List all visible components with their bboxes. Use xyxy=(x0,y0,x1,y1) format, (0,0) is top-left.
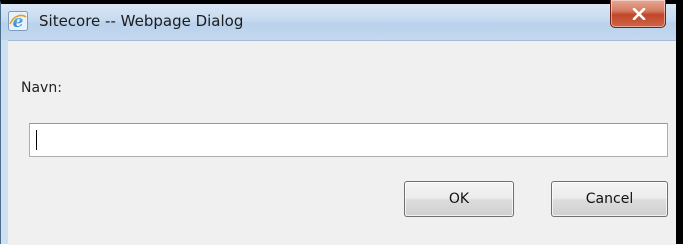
title-bar[interactable]: e Sitecore -- Webpage Dialog xyxy=(1,0,676,40)
cancel-button[interactable]: Cancel xyxy=(551,181,668,217)
name-label: Navn: xyxy=(21,80,62,96)
dialog-body: Navn: OK Cancel xyxy=(8,40,676,245)
close-button[interactable] xyxy=(610,0,666,28)
internet-explorer-icon: e xyxy=(8,11,28,32)
dialog-window: e Sitecore -- Webpage Dialog Navn: OK Ca… xyxy=(0,0,683,245)
text-caret xyxy=(36,130,37,150)
name-input[interactable] xyxy=(29,123,668,157)
window-title: Sitecore -- Webpage Dialog xyxy=(39,12,244,30)
close-x-icon xyxy=(632,8,646,20)
ok-button[interactable]: OK xyxy=(404,181,514,217)
